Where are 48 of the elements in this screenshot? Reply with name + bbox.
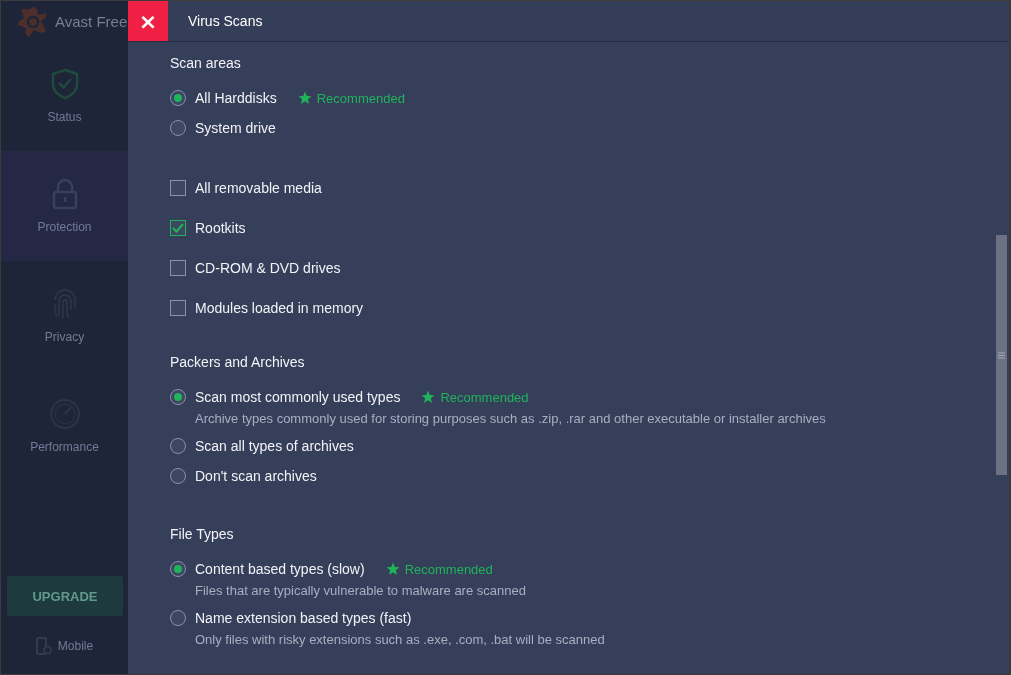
option-label[interactable]: Content based types (slow): [195, 561, 365, 577]
radio-button[interactable]: [170, 389, 186, 405]
checkbox[interactable]: [170, 220, 186, 236]
option-label[interactable]: CD-ROM & DVD drives: [195, 260, 341, 276]
recommended-label: Recommended: [440, 389, 529, 405]
grip-icon: [998, 351, 1005, 359]
option-label[interactable]: Don't scan archives: [195, 468, 317, 484]
radio-button[interactable]: [170, 468, 186, 484]
upgrade-button[interactable]: UPGRADE: [7, 576, 123, 616]
checkbox[interactable]: [170, 260, 186, 276]
nav-item[interactable]: Status: [1, 41, 128, 151]
radio-button[interactable]: [170, 610, 186, 626]
option-description: Files that are typically vulnerable to malware are scanned: [195, 583, 526, 598]
app-title: Avast Free: [55, 12, 128, 30]
checkbox[interactable]: [170, 180, 186, 196]
star-icon: [385, 562, 400, 576]
option-description: Archive types commonly used for storing purposes such as .zip, .rar and other executable or installer archives: [195, 411, 826, 426]
option-label[interactable]: Modules loaded in memory: [195, 300, 364, 316]
close-button[interactable]: ×: [128, 1, 168, 41]
checkbox[interactable]: [170, 300, 186, 316]
logo-icon: [15, 4, 49, 38]
nav-item[interactable]: Privacy: [1, 261, 128, 371]
option-label[interactable]: Scan all types of archives: [195, 438, 354, 454]
radio-button[interactable]: [170, 120, 186, 136]
option-label[interactable]: All removable media: [195, 180, 322, 196]
section-heading: File Types: [170, 526, 234, 543]
option-label[interactable]: Rootkits: [195, 220, 246, 236]
recommended-label: Recommended: [404, 561, 493, 577]
nav-item[interactable]: Performance: [1, 371, 128, 481]
option-label[interactable]: Name extension based types (fast): [195, 610, 412, 626]
radio-button[interactable]: [170, 561, 186, 577]
option-label[interactable]: All Harddisks: [195, 90, 277, 106]
option-label[interactable]: System drive: [195, 120, 276, 136]
phone-icon: [35, 637, 52, 655]
lock-icon: [51, 178, 78, 210]
section-heading: Packers and Archives: [170, 354, 305, 371]
mobile-link[interactable]: Mobile: [1, 628, 128, 664]
option-label[interactable]: Scan most commonly used types: [195, 389, 401, 405]
radio-button[interactable]: [170, 90, 186, 106]
panel-title: Virus Scans: [188, 13, 263, 29]
option-description: Only files with risky extensions such as .exe, .com, .bat will be scanned: [195, 632, 605, 647]
scrollbar-thumb[interactable]: [996, 235, 1007, 475]
recommended-label: Recommended: [316, 90, 405, 106]
section-heading: Scan areas: [170, 55, 241, 72]
star-icon: [421, 390, 436, 404]
shield-check-icon: [50, 68, 79, 100]
radio-button[interactable]: [170, 438, 186, 454]
star-icon: [297, 91, 312, 105]
